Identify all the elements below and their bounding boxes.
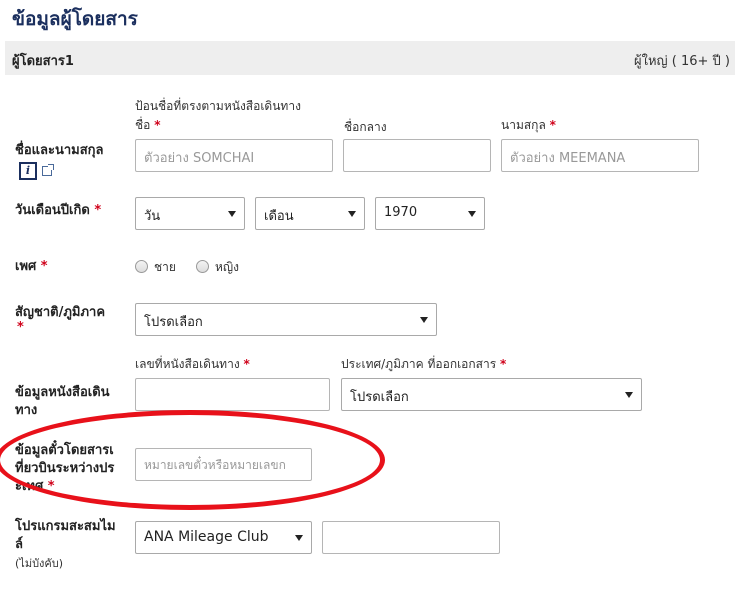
required-mark: *	[17, 320, 24, 335]
required-mark: *	[500, 357, 507, 371]
full-name-label: ชื่อและนามสกุล	[15, 143, 104, 158]
passport-country-select[interactable]: โปรดเลือก	[341, 378, 642, 411]
passport-number-input[interactable]	[135, 378, 330, 411]
external-link-icon[interactable]	[42, 164, 54, 176]
middle-name-input[interactable]	[343, 139, 491, 172]
last-name-input[interactable]: ตัวอย่าง MEEMANA	[501, 139, 699, 172]
chevron-down-icon	[468, 211, 476, 217]
passport-country-label: ประเทศ/ภูมิภาค ที่ออกเอกสาร *	[341, 357, 507, 371]
nationality-select[interactable]: โปรดเลือก	[135, 303, 437, 336]
middle-name-label: ชื่อกลาง	[344, 120, 387, 134]
name-hint: ป้อนชื่อที่ตรงตามหนังสือเดินทาง	[135, 99, 301, 113]
gender-female-label[interactable]: หญิง	[215, 258, 239, 277]
section-title: ข้อมูลผู้โดยสาร	[12, 8, 138, 30]
chevron-down-icon	[228, 211, 236, 217]
first-name-input[interactable]: ตัวอย่าง SOMCHAI	[135, 139, 333, 172]
gender-label: เพศ *	[15, 259, 48, 274]
dob-year-select[interactable]: 1970	[375, 197, 485, 230]
gender-male-radio[interactable]	[135, 260, 148, 273]
info-icon[interactable]: i	[19, 162, 37, 180]
mileage-label: โปรแกรมสะสมไม ล์	[15, 519, 116, 552]
mileage-program-select[interactable]: ANA Mileage Club	[135, 521, 312, 554]
first-name-label: ชื่อ *	[135, 118, 161, 132]
chevron-down-icon	[625, 392, 633, 398]
chevron-down-icon	[348, 211, 356, 217]
mileage-optional-label: (ไม่บังคับ)	[15, 557, 64, 570]
passenger-name: ผู้โดยสาร1	[12, 54, 74, 69]
mileage-number-input[interactable]	[322, 521, 500, 554]
dob-label: วันเดือนปีเกิด *	[15, 203, 102, 218]
nationality-label: สัญชาติ/ภูมิภาค	[15, 305, 106, 320]
required-mark: *	[243, 357, 250, 371]
dob-month-select[interactable]: เดือน	[255, 197, 365, 230]
passport-section-label: ข้อมูลหนังสือเดิน ทาง	[15, 385, 110, 418]
required-mark: *	[549, 118, 556, 132]
dob-day-select[interactable]: วัน	[135, 197, 245, 230]
ticket-number-input[interactable]: หมายเลขตั๋วหรือหมายเลขก	[135, 448, 312, 481]
chevron-down-icon	[420, 317, 428, 323]
gender-female-radio[interactable]	[196, 260, 209, 273]
passenger-type: ผู้ใหญ่ ( 16+ ปี )	[634, 54, 730, 69]
required-mark: *	[154, 118, 161, 132]
chevron-down-icon	[295, 535, 303, 541]
gender-male-label[interactable]: ชาย	[154, 258, 176, 277]
last-name-label: นามสกุล *	[501, 118, 556, 132]
passenger-header-bar	[5, 41, 735, 75]
required-mark: *	[94, 203, 102, 218]
required-mark: *	[47, 479, 55, 494]
ticket-info-label: ข้อมูลตั๋วโดยสารเ ที่ยวบินระหว่างปร ะเทศ…	[15, 443, 115, 494]
passport-number-label: เลขที่หนังสือเดินทาง *	[135, 357, 250, 371]
required-mark: *	[40, 259, 48, 274]
